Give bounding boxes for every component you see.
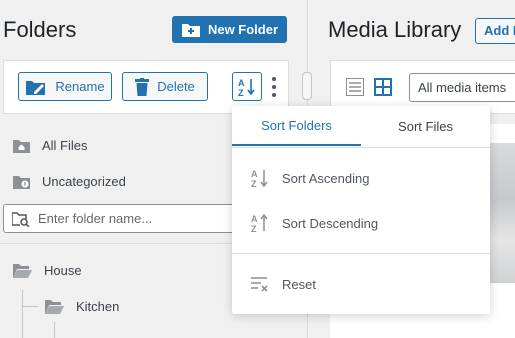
sort-ascending-item[interactable]: A Z Sort Ascending: [250, 168, 369, 188]
folder-search-icon: [12, 211, 30, 227]
sort-ascending-icon: A Z: [251, 169, 268, 188]
tree-line-branch: [22, 306, 38, 307]
folders-title: Folders: [3, 17, 77, 42]
trash-icon: [135, 77, 150, 96]
svg-text:Z: Z: [238, 88, 244, 97]
sort-button[interactable]: A Z: [232, 72, 262, 101]
list-view-icon[interactable]: [346, 78, 364, 96]
svg-text:A: A: [238, 78, 245, 88]
media-library-title: Media Library: [328, 17, 462, 42]
rename-button[interactable]: Rename: [18, 72, 112, 101]
reset-item[interactable]: Reset: [250, 275, 316, 293]
media-thumbnail[interactable]: [490, 143, 515, 283]
svg-text:Z: Z: [251, 179, 257, 188]
more-vertical-icon[interactable]: [270, 76, 278, 98]
add-new-button[interactable]: Add N: [475, 18, 515, 44]
sort-descending-label: Sort Descending: [282, 215, 379, 231]
folder-search-input[interactable]: [36, 210, 240, 227]
folder-plus-icon: [181, 23, 200, 37]
menu-divider: [232, 147, 490, 148]
svg-text:Z: Z: [251, 224, 257, 233]
menu-divider: [232, 253, 490, 254]
sort-descending-item[interactable]: A Z Sort Descending: [250, 213, 378, 233]
uncategorized-label: Uncategorized: [42, 174, 126, 189]
clear-filter-icon: [251, 277, 268, 292]
tab-sort-files[interactable]: Sort Files: [361, 106, 490, 146]
sort-dropdown: Sort Folders Sort Files A Z Sort Ascendi…: [232, 106, 490, 314]
tree-line: [22, 290, 23, 338]
folder-home-icon: [13, 140, 30, 153]
media-filter-select[interactable]: All media items: [409, 73, 515, 102]
sort-descending-icon: A Z: [251, 213, 268, 233]
grid-view-icon[interactable]: [374, 78, 392, 96]
tree-item-label: House: [44, 263, 82, 278]
new-folder-label: New Folder: [207, 22, 279, 37]
delete-label: Delete: [157, 79, 195, 94]
svg-text:A: A: [251, 214, 258, 224]
folder-search-field[interactable]: [3, 204, 253, 233]
reset-label: Reset: [282, 276, 316, 292]
tab-sort-folders[interactable]: Sort Folders: [232, 106, 361, 146]
sort-az-icon: A Z: [238, 78, 255, 97]
new-folder-button[interactable]: New Folder: [172, 16, 287, 43]
all-files-label: All Files: [42, 138, 88, 153]
all-files-item[interactable]: All Files: [13, 138, 88, 153]
tree-item-house[interactable]: House: [13, 263, 82, 278]
rename-label: Rename: [55, 79, 105, 94]
tree-item-kitchen[interactable]: Kitchen: [45, 299, 119, 314]
svg-text:A: A: [251, 169, 258, 179]
folder-info-icon: [13, 176, 30, 189]
resize-handle[interactable]: [302, 72, 312, 100]
tree-item-label: Kitchen: [76, 299, 120, 314]
delete-button[interactable]: Delete: [122, 72, 208, 101]
uncategorized-item[interactable]: Uncategorized: [13, 174, 126, 189]
folder-open-icon: [45, 300, 64, 314]
folder-open-icon: [13, 264, 32, 278]
sort-ascending-label: Sort Ascending: [282, 170, 370, 186]
folder-edit-icon: [26, 80, 46, 95]
tree-line: [54, 322, 55, 338]
